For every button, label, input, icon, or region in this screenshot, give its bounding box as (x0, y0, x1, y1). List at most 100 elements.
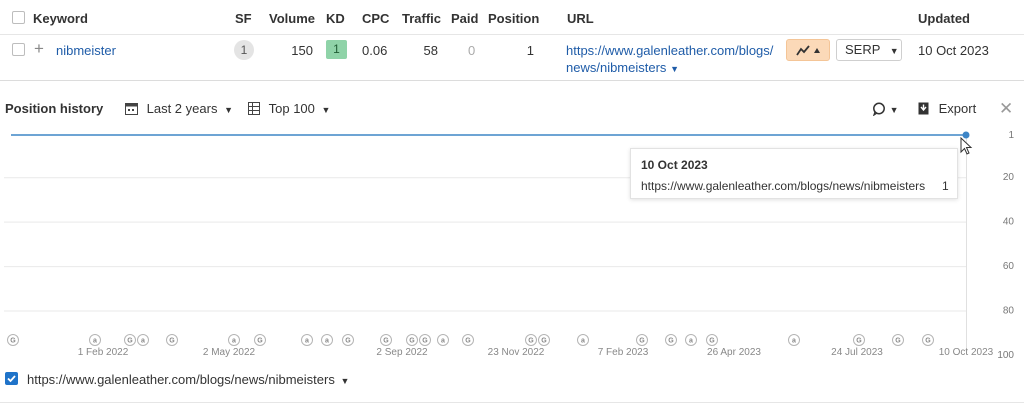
annotation-marker-label: G (895, 338, 901, 345)
col-updated[interactable]: Updated (918, 11, 970, 26)
annotation-marker-label: G (10, 338, 16, 345)
col-position[interactable]: Position (488, 11, 539, 26)
top-positions-dropdown[interactable]: Top 100 ▼ (248, 101, 330, 118)
date-range-caret-icon: ▼ (224, 105, 233, 115)
expand-plus-icon[interactable]: + (34, 40, 48, 58)
x-tick-label: 2 Sep 2022 (376, 347, 428, 358)
top-positions-label: Top 100 (268, 101, 315, 116)
annotation-marker-label: G (668, 338, 674, 345)
annotation-marker-label: a (441, 338, 445, 345)
traffic-value: 58 (423, 43, 438, 58)
annotation-marker-label: G (169, 338, 175, 345)
annotation-marker-label: a (581, 338, 585, 345)
x-tick-label: 10 Oct 2023 (939, 347, 994, 358)
col-cpc[interactable]: CPC (362, 11, 389, 26)
serp-dropdown-button[interactable]: SERP ▼ (836, 39, 902, 61)
y-tick-label: 100 (997, 350, 1014, 361)
annotation-marker-label: a (305, 338, 309, 345)
checkmark-icon (7, 375, 16, 383)
tooltip-position: 1 (942, 179, 949, 193)
y-tick-label: 60 (1003, 261, 1015, 272)
annotation-marker-label: G (409, 338, 415, 345)
annotation-marker-label: G (345, 338, 351, 345)
close-icon[interactable]: ✕ (999, 99, 1013, 119)
legend-checkbox[interactable] (5, 372, 18, 385)
updated-date: 10 Oct 2023 (918, 43, 989, 58)
volume-value: 150 (291, 43, 313, 58)
date-range-label: Last 2 years (146, 101, 218, 116)
annotation-marker-label: G (925, 338, 931, 345)
paid-value: 0 (468, 43, 476, 58)
col-paid[interactable]: Paid (451, 11, 478, 26)
y-tick-label: 80 (1003, 306, 1015, 317)
annotation-marker-label: G (127, 338, 133, 345)
annotation-marker-label: a (141, 338, 145, 345)
annotation-marker-label: a (93, 338, 97, 345)
row-checkbox[interactable] (12, 43, 25, 56)
x-tick-label: 7 Feb 2023 (598, 347, 649, 358)
annotation-marker-label: G (541, 338, 547, 345)
keyword-link[interactable]: nibmeister (56, 43, 116, 58)
y-tick-label: 40 (1003, 217, 1015, 228)
kd-badge: 1 (326, 40, 347, 59)
position-history-title: Position history (5, 101, 104, 116)
annotation-marker-label: G (709, 338, 715, 345)
select-all-checkbox[interactable] (12, 11, 25, 24)
x-tick-label: 1 Feb 2022 (78, 347, 129, 358)
position-trend-button[interactable] (786, 39, 830, 61)
mouse-cursor-icon (960, 137, 973, 155)
annotations-caret-icon: ▼ (889, 105, 899, 115)
y-tick-label: 20 (1003, 172, 1015, 183)
annotation-marker-label: G (257, 338, 263, 345)
x-tick-label: 2 May 2022 (203, 347, 256, 358)
header-divider (0, 34, 1024, 35)
chart-tooltip: 10 Oct 2023 https://www.galenleather.com… (630, 148, 958, 199)
col-volume[interactable]: Volume (269, 11, 315, 26)
table-grid-icon (248, 102, 260, 115)
annotation-marker-label: G (856, 338, 862, 345)
export-label: Export (938, 101, 977, 116)
annotation-marker-label: a (232, 338, 236, 345)
col-keyword[interactable]: Keyword (33, 11, 88, 26)
col-url[interactable]: URL (567, 11, 594, 26)
x-tick-label: 24 Jul 2023 (831, 347, 883, 358)
tooltip-url: https://www.galenleather.com/blogs/news/… (641, 179, 926, 193)
annotation-marker-label: G (528, 338, 534, 345)
url-link-line2[interactable]: news/nibmeisters ▼ (566, 60, 679, 75)
legend-url-label: https://www.galenleather.com/blogs/news/… (27, 372, 335, 387)
date-range-dropdown[interactable]: Last 2 years ▼ (125, 101, 233, 118)
comment-icon (872, 102, 885, 117)
cpc-value: 0.06 (362, 43, 388, 58)
row-divider (0, 80, 1024, 81)
top-positions-caret-icon: ▼ (321, 105, 331, 115)
trend-chart-icon (796, 45, 820, 56)
legend-url-dropdown[interactable]: https://www.galenleather.com/blogs/news/… (27, 372, 349, 387)
annotation-marker-label: a (325, 338, 329, 345)
url-link-line1[interactable]: https://www.galenleather.com/blogs/ (566, 43, 773, 58)
tooltip-date: 10 Oct 2023 (641, 158, 708, 172)
col-sf[interactable]: SF (235, 11, 252, 26)
bottom-divider (0, 402, 1024, 403)
annotation-marker-label: G (639, 338, 645, 345)
annotation-marker-label: G (383, 338, 389, 345)
annotation-marker-label: a (689, 338, 693, 345)
annotation-marker-label: G (465, 338, 471, 345)
legend-caret-icon: ▼ (340, 376, 350, 386)
serp-caret-icon: ▼ (889, 46, 899, 56)
export-button[interactable]: Export (918, 101, 976, 117)
position-value: 1 (526, 43, 534, 58)
serp-label: SERP (845, 42, 881, 57)
url-link-line2-text[interactable]: news/nibmeisters (566, 60, 666, 75)
url-dropdown-caret-icon[interactable]: ▼ (670, 64, 679, 74)
annotation-marker-label: a (792, 338, 796, 345)
x-tick-label: 23 Nov 2022 (488, 347, 545, 358)
annotation-marker-label: G (422, 338, 428, 345)
y-tick-label: 1 (1008, 130, 1014, 141)
col-traffic[interactable]: Traffic (402, 11, 441, 26)
annotations-dropdown[interactable]: ▼ (872, 101, 899, 118)
sf-badge[interactable]: 1 (234, 40, 254, 60)
download-icon (918, 102, 929, 115)
x-tick-label: 26 Apr 2023 (707, 347, 761, 358)
col-kd[interactable]: KD (326, 11, 345, 26)
calendar-icon (125, 103, 138, 115)
